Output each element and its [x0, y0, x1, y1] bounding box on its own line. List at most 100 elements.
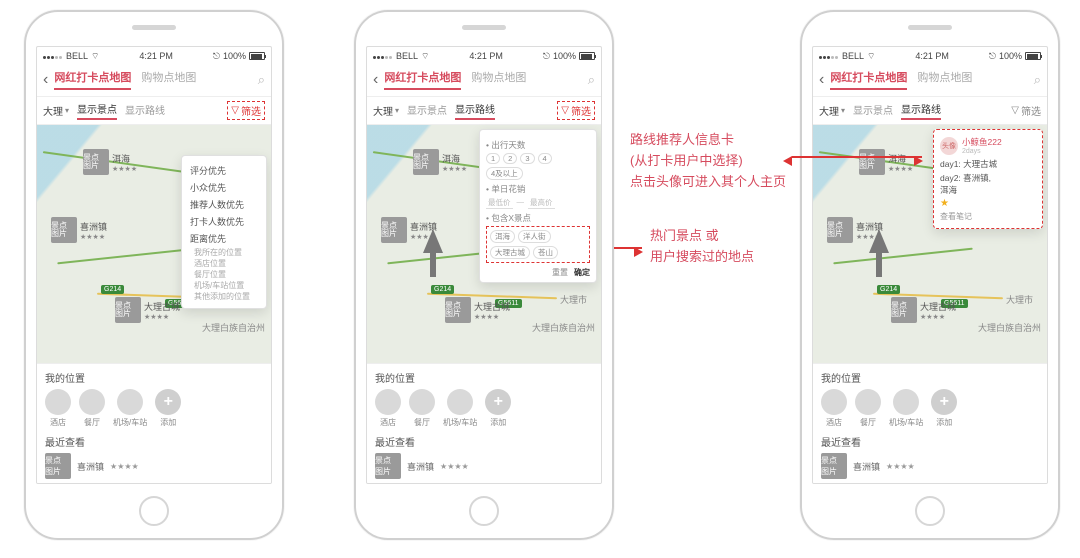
chip-spot[interactable]: 洱海 — [490, 230, 515, 243]
cat-hotel[interactable]: 酒店 — [375, 389, 401, 428]
city-label: 大理白族自治州 — [202, 321, 265, 334]
chip-day[interactable]: 4 — [538, 153, 552, 164]
cost-max-input[interactable]: 最高价 — [528, 197, 555, 209]
map-canvas[interactable]: G214 G5611 景点 图片 洱海 ★★★★ 景点 图片 喜洲镇 ★★★★ … — [37, 125, 271, 365]
back-icon[interactable]: ‹ — [373, 71, 378, 89]
app-header: ‹ 网红打卡点地图 购物点地图 ⌕ — [37, 65, 271, 97]
tab-popular-map[interactable]: 网红打卡点地图 — [54, 69, 131, 90]
poi-erhai[interactable]: 景点 图片 洱海★★★★ — [413, 149, 467, 175]
filter-popover: • 出行天数 1 2 3 4 4及以上 • 单日花销 最低价— 最高价 • 包含… — [479, 129, 597, 283]
cat-hotel[interactable]: 酒店 — [45, 389, 71, 428]
show-spots-toggle[interactable]: 显示景点 — [853, 102, 893, 119]
back-icon[interactable]: ‹ — [43, 71, 48, 89]
reset-button[interactable]: 重置 — [552, 267, 568, 278]
cat-add[interactable]: +添加 — [155, 389, 181, 428]
cat-restaurant[interactable]: 餐厅 — [79, 389, 105, 428]
cat-station[interactable]: 机场/车站 — [113, 389, 147, 428]
cost-min-input[interactable]: 最低价 — [486, 197, 513, 209]
recent-item[interactable]: 景点 图片 喜洲镇 ★★★★ — [821, 453, 1039, 479]
search-icon[interactable]: ⌕ — [588, 72, 595, 88]
poi-erhai[interactable]: 景点 图片 洱海 ★★★★ — [83, 149, 137, 175]
sort-opt[interactable]: 打卡人数优先 — [190, 213, 258, 230]
show-spots-toggle[interactable]: 显示景点 — [407, 102, 447, 119]
show-spots-toggle[interactable]: 显示景点 — [77, 101, 117, 120]
poi-dali-old[interactable]: 景点 图片 大理古城★★★★ — [891, 297, 956, 323]
home-button[interactable] — [469, 496, 499, 526]
cat-add[interactable]: +添加 — [931, 389, 957, 428]
filter-button[interactable]: ▽ 筛选 — [227, 101, 265, 120]
confirm-button[interactable]: 确定 — [574, 267, 590, 278]
poi-thumb-icon: 景点 图片 — [51, 217, 77, 243]
poi-erhai[interactable]: 景点 图片 洱海★★★★ — [859, 149, 913, 175]
recent-item[interactable]: 景点 图片 喜洲镇 ★★★★ — [45, 453, 263, 479]
tab-shopping-map[interactable]: 购物点地图 — [141, 69, 196, 90]
poi-dali-old[interactable]: 景点 图片 大理古城 ★★★★ — [115, 297, 180, 323]
map-canvas[interactable]: G214 G5611 景点 图片 洱海★★★★ 景点 图片 喜洲镇★★★★ 景点… — [813, 125, 1047, 365]
sort-sub[interactable]: 其他添加的位置 — [190, 291, 258, 302]
chip-day[interactable]: 4及以上 — [486, 167, 523, 180]
cat-add[interactable]: +添加 — [485, 389, 511, 428]
search-icon[interactable]: ⌕ — [1034, 72, 1041, 88]
search-icon[interactable]: ⌕ — [258, 72, 265, 88]
phone-1: BELL ⌔ 4:21 PM ⎋ 100% ‹ 网红打卡点地图 购物点地图 ⌕ — [24, 10, 284, 540]
plus-icon: + — [155, 389, 181, 415]
sort-sub[interactable]: 机场/车站位置 — [190, 280, 258, 291]
recent-item[interactable]: 景点 图片 喜洲镇 ★★★★ — [375, 453, 593, 479]
annotation-user-card: 路线推荐人信息卡 (从打卡用户中选择) 点击头像可进入其个人主页 — [630, 130, 786, 192]
status-bar: BELL ⌔ 4:21 PM ⎋ 100% — [37, 47, 271, 65]
avatar[interactable]: 头像 — [940, 137, 958, 155]
route-user-card[interactable]: 头像 小鲸鱼222 2days day1: 大理古城 day2: 喜洲镇, 洱海… — [933, 129, 1043, 229]
chip-spot[interactable]: 洋人街 — [518, 230, 551, 243]
chip-spot[interactable]: 大理古城 — [490, 246, 530, 259]
poi-xizhou[interactable]: 景点 图片 喜洲镇 ★★★★ — [51, 217, 107, 243]
chip-day[interactable]: 1 — [486, 153, 500, 164]
home-button[interactable] — [139, 496, 169, 526]
sort-sub[interactable]: 我所在的位置 — [190, 247, 258, 258]
star-icon[interactable]: ★ — [940, 198, 1036, 209]
location-dropdown[interactable]: 大理 — [373, 103, 399, 118]
chip-spot[interactable]: 苍山 — [533, 246, 558, 259]
sort-opt[interactable]: 距离优先 — [190, 230, 258, 247]
sort-sub[interactable]: 餐厅位置 — [190, 269, 258, 280]
chip-day[interactable]: 3 — [520, 153, 534, 164]
sort-sub[interactable]: 酒店位置 — [190, 258, 258, 269]
cat-hotel[interactable]: 酒店 — [821, 389, 847, 428]
clock-label: 4:21 PM — [139, 51, 173, 61]
funnel-icon: ▽ — [1011, 105, 1019, 116]
tab-shopping-map[interactable]: 购物点地图 — [917, 69, 972, 90]
cat-restaurant[interactable]: 餐厅 — [409, 389, 435, 428]
show-route-toggle[interactable]: 显示路线 — [125, 102, 165, 119]
recent-title: 最近查看 — [45, 434, 263, 449]
map-canvas[interactable]: G214 G5611 景点 图片 洱海★★★★ 景点 图片 喜洲镇★★★★ 景点… — [367, 125, 601, 365]
sort-opt[interactable]: 推荐人数优先 — [190, 196, 258, 213]
bottom-sheet: 我的位置 酒店 餐厅 机场/车站 +添加 最近查看 景点 图片 喜洲镇 ★★★★ — [37, 363, 271, 483]
battery-icon — [249, 52, 265, 60]
filter-button[interactable]: ▽筛选 — [1011, 103, 1041, 118]
user-name: 小鲸鱼222 — [962, 136, 1002, 148]
poi-thumb-icon: 景点 图片 — [83, 149, 109, 175]
phone-2: BELL⌔ 4:21 PM ⎋100% ‹ 网红打卡点地图 购物点地图 ⌕ 大理… — [354, 10, 614, 540]
poi-thumb-icon: 景点 图片 — [45, 453, 71, 479]
show-route-toggle[interactable]: 显示路线 — [901, 101, 941, 120]
poi-dali-old[interactable]: 景点 图片 大理古城★★★★ — [445, 297, 510, 323]
tab-popular-map[interactable]: 网红打卡点地图 — [830, 69, 907, 90]
chip-day[interactable]: 2 — [503, 153, 517, 164]
filter-button[interactable]: ▽筛选 — [557, 101, 595, 120]
funnel-icon: ▽ — [561, 105, 569, 116]
show-route-toggle[interactable]: 显示路线 — [455, 101, 495, 120]
cat-station[interactable]: 机场/车站 — [889, 389, 923, 428]
tab-shopping-map[interactable]: 购物点地图 — [471, 69, 526, 90]
sort-opt[interactable]: 评分优先 — [190, 162, 258, 179]
bluetooth-icon: ⎋ — [213, 51, 220, 62]
location-dropdown[interactable]: 大理 — [43, 103, 69, 118]
tab-popular-map[interactable]: 网红打卡点地图 — [384, 69, 461, 90]
cat-station[interactable]: 机场/车站 — [443, 389, 477, 428]
location-dropdown[interactable]: 大理 — [819, 103, 845, 118]
home-button[interactable] — [915, 496, 945, 526]
cat-restaurant[interactable]: 餐厅 — [855, 389, 881, 428]
sort-opt[interactable]: 小众优先 — [190, 179, 258, 196]
user-sub: 2days — [962, 148, 1002, 155]
view-notes-link[interactable]: 查看笔记 — [940, 211, 1036, 222]
carrier-label: BELL — [66, 51, 88, 61]
back-icon[interactable]: ‹ — [819, 71, 824, 89]
